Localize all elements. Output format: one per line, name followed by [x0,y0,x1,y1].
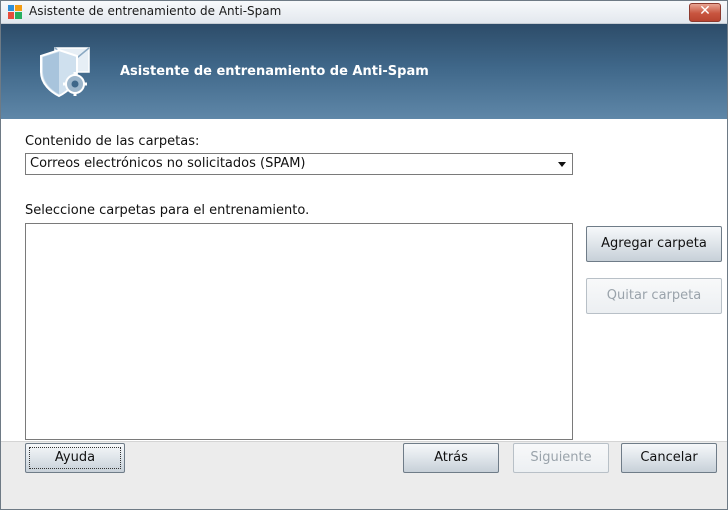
remove-folder-button[interactable]: Quitar carpeta [586,278,722,314]
back-button[interactable]: Atrás [403,443,499,473]
window-title: Asistente de entrenamiento de Anti-Spam [29,4,282,18]
dropdown-arrow-icon [558,162,566,167]
dialog-window: Asistente de entrenamiento de Anti-Spam … [0,0,728,510]
focus-rectangle [29,447,121,469]
folder-list[interactable] [25,223,573,440]
next-button[interactable]: Siguiente [513,443,609,473]
shield-envelope-gear-icon [40,47,90,98]
folders-label: Seleccione carpetas para el entrenamient… [25,203,310,218]
close-icon: ✕ [699,3,711,19]
close-button[interactable]: ✕ [689,3,721,22]
folder-content-select[interactable]: Correos electrónicos no solicitados (SPA… [25,153,573,175]
avg-app-icon [8,5,22,19]
folder-content-select-value: Correos electrónicos no solicitados (SPA… [30,156,306,171]
header-banner: Asistente de entrenamiento de Anti-Spam [1,24,727,119]
title-bar[interactable]: Asistente de entrenamiento de Anti-Spam … [1,1,727,24]
help-button[interactable]: Ayuda [25,443,125,473]
banner-title: Asistente de entrenamiento de Anti-Spam [120,64,429,79]
cancel-button[interactable]: Cancelar [621,443,717,473]
folder-content-label: Contenido de las carpetas: [25,134,200,149]
add-folder-button[interactable]: Agregar carpeta [586,226,722,262]
